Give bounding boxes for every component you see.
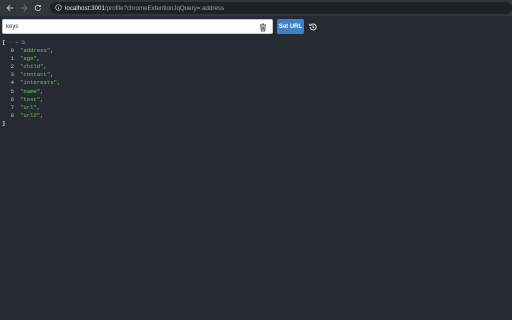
collapse-controls[interactable]: - + ⧉ (9, 39, 25, 47)
item-index: 0 (10, 47, 14, 55)
json-result: [ - + ⧉ 0 "address", 1 "age", 2 "child", 3 "… (2, 39, 502, 128)
list-item: 3 "contact", (2, 71, 502, 79)
item-comma: , (40, 87, 44, 95)
list-item: 8 "url2", (2, 112, 502, 120)
set-url-button[interactable]: Set URL (277, 19, 304, 34)
trash-icon (260, 23, 266, 31)
list-item: 6 "test", (2, 96, 502, 104)
item-value: "interests" (20, 79, 57, 87)
item-index: 4 (10, 79, 14, 87)
item-comma: , (40, 111, 44, 119)
item-index: 7 (10, 103, 14, 111)
list-item: 7 "url", (2, 104, 502, 112)
url-path: /profile?chromeExtentionJqQuery=.address (104, 4, 225, 12)
list-item: 2 "child", (2, 63, 502, 71)
list-item: 0 "address", (2, 47, 502, 55)
site-info-icon[interactable] (55, 3, 65, 13)
item-comma: , (40, 95, 44, 103)
item-value: "url" (20, 103, 37, 111)
item-index: 5 (10, 87, 14, 95)
browser-toolbar: localhost:3001/profile?chromeExtentionJq… (0, 0, 512, 16)
open-bracket: [ (2, 39, 6, 46)
item-value: "name" (20, 87, 41, 95)
item-comma: , (36, 103, 41, 111)
history-button[interactable] (306, 20, 319, 33)
url-host: localhost:3001 (65, 4, 105, 12)
forward-button[interactable] (17, 0, 31, 16)
item-index: 1 (10, 55, 14, 63)
url-text: localhost:3001/profile?chromeExtentionJq… (65, 5, 224, 12)
address-bar[interactable]: localhost:3001/profile?chromeExtentionJq… (50, 2, 512, 14)
item-value: "contact" (20, 71, 51, 79)
item-value: "address" (20, 47, 51, 55)
list-item: 4 "interests", (2, 79, 502, 87)
item-index: 3 (10, 71, 14, 79)
close-bracket: ] (2, 119, 6, 127)
reload-icon (34, 4, 42, 12)
history-icon (308, 22, 317, 30)
back-button[interactable] (3, 0, 17, 16)
item-value: "age" (20, 55, 37, 63)
arrow-left-icon (6, 4, 13, 12)
list-item: 5 "name", (2, 88, 502, 96)
array-close-row: ] (2, 120, 502, 128)
item-value: "child" (20, 63, 44, 71)
list-item: 1 "age", (2, 55, 502, 63)
clear-button[interactable] (258, 22, 268, 32)
item-comma: , (43, 63, 47, 71)
item-index: 6 (10, 95, 14, 103)
array-open-row: [ - + ⧉ (2, 39, 502, 47)
arrow-right-icon (21, 4, 28, 12)
item-comma: , (36, 55, 41, 63)
reload-button[interactable] (31, 0, 45, 16)
item-comma: , (50, 47, 54, 55)
query-input[interactable] (2, 19, 273, 34)
query-toolbar: Set URL (0, 16, 512, 38)
item-comma: , (50, 71, 54, 79)
item-value: "test" (20, 95, 41, 103)
item-comma: , (56, 79, 61, 87)
item-index: 8 (10, 111, 14, 119)
item-index: 2 (10, 63, 14, 71)
item-value: "url2" (20, 111, 41, 119)
